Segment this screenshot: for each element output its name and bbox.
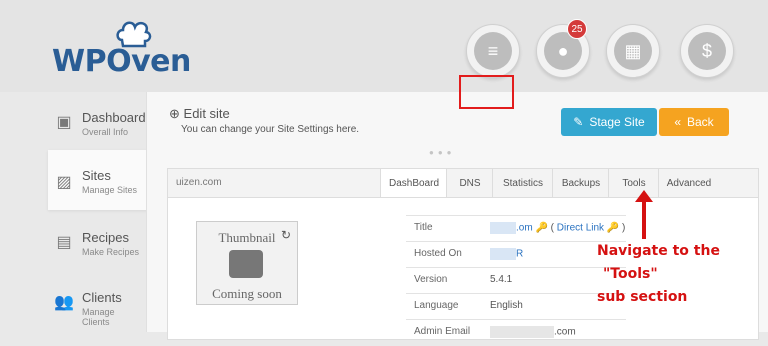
stage-site-label: Stage Site bbox=[589, 115, 645, 129]
redacted-text bbox=[490, 222, 516, 234]
redacted-text bbox=[490, 326, 554, 338]
tab-backups[interactable]: Backups bbox=[552, 169, 609, 197]
stage-site-button[interactable]: ✎ Stage Site bbox=[561, 108, 657, 136]
sidebar: ▣ Dashboard Overall Info ▨ Sites Manage … bbox=[0, 92, 148, 332]
site-thumbnail: ↻ Thumbnail Coming soon bbox=[196, 221, 298, 305]
camera-icon bbox=[229, 250, 263, 278]
image-icon: ▨ bbox=[56, 174, 72, 191]
back-button[interactable]: « Back bbox=[659, 108, 729, 136]
info-row-admin-email: Admin Email .com bbox=[406, 319, 626, 346]
dollar-icon: $ bbox=[688, 32, 726, 70]
sidebar-item-sub: Make Recipes bbox=[82, 247, 140, 257]
sidebar-item-label: Sites bbox=[82, 168, 111, 183]
sidebar-item-dashboard[interactable]: ▣ Dashboard Overall Info bbox=[0, 96, 145, 156]
tab-dns[interactable]: DNS bbox=[446, 169, 493, 197]
loading-dots: ●●● bbox=[429, 148, 456, 157]
annotation-line: "Tools" bbox=[603, 266, 658, 282]
info-label: Title bbox=[414, 222, 433, 233]
annotation-line: sub section bbox=[597, 289, 688, 305]
coins-icon: ≡ bbox=[474, 32, 512, 70]
sidebar-item-clients[interactable]: 👥 Clients Manage Clients bbox=[0, 276, 140, 336]
key-icon: 🔑 bbox=[606, 222, 620, 234]
info-row-language: Language English bbox=[406, 293, 626, 320]
users-icon: 👥 bbox=[54, 294, 74, 311]
back-label: Back bbox=[687, 115, 714, 129]
brand-logo[interactable]: WPOven bbox=[52, 18, 191, 79]
tools-highlight-box bbox=[459, 75, 514, 109]
sidebar-item-sub: Manage Sites bbox=[82, 185, 138, 195]
annotation-text: Navigate to the "Tools" sub section bbox=[597, 240, 767, 309]
billing-button[interactable]: $ bbox=[680, 24, 734, 78]
info-label: Language bbox=[414, 300, 459, 311]
info-label: Hosted On bbox=[414, 248, 462, 259]
direct-link[interactable]: Direct Link bbox=[557, 223, 604, 234]
layout-icon: ▦ bbox=[614, 32, 652, 70]
messages-button[interactable]: ● 25 bbox=[536, 19, 590, 78]
info-row-version: Version 5.4.1 bbox=[406, 267, 626, 294]
edit-icon: ✎ bbox=[573, 115, 584, 129]
info-value: 5.4.1 bbox=[490, 274, 513, 285]
hosted-on-value: R bbox=[516, 248, 524, 260]
tab-statistics[interactable]: Statistics bbox=[492, 169, 553, 197]
info-value: R bbox=[490, 248, 523, 260]
sidebar-item-sub: Overall Info bbox=[82, 127, 129, 137]
annotation-line: Navigate to the bbox=[597, 243, 720, 259]
info-value: English bbox=[490, 300, 523, 311]
sidebar-item-label: Dashboard bbox=[82, 110, 146, 125]
info-label: Version bbox=[414, 274, 448, 285]
presentation-icon: ▣ bbox=[56, 114, 72, 131]
sidebar-item-label: Clients bbox=[82, 290, 122, 305]
arrow-shaft bbox=[642, 197, 646, 239]
panel-header: uizen.com DashBoard DNS Statistics Backu… bbox=[168, 169, 758, 198]
wordpress-icon: ⊕ bbox=[169, 106, 180, 121]
sidebar-item-label: Recipes bbox=[82, 230, 129, 245]
admin-email-value: .com bbox=[554, 326, 576, 338]
page-title: ⊕ Edit site bbox=[169, 106, 230, 122]
back-arrow-icon: « bbox=[674, 115, 681, 129]
coins-button[interactable]: ≡ bbox=[466, 24, 520, 78]
recipe-icon: ▤ bbox=[56, 234, 72, 251]
top-bar: WPOven ≡ ● 25 ▦ $ bbox=[0, 0, 768, 92]
thumbnail-label: Thumbnail bbox=[218, 230, 276, 245]
page-title-text: Edit site bbox=[183, 106, 230, 121]
tab-dashboard[interactable]: DashBoard bbox=[380, 169, 447, 197]
key-icon: 🔑 bbox=[535, 222, 548, 234]
redacted-text bbox=[490, 248, 516, 260]
info-value: .com bbox=[490, 326, 576, 338]
site-title-value: .om bbox=[516, 222, 533, 234]
brand-name: WPOven bbox=[52, 44, 191, 79]
sidebar-item-recipes[interactable]: ▤ Recipes Make Recipes bbox=[0, 216, 140, 276]
layout-button[interactable]: ▦ bbox=[606, 24, 660, 78]
thumbnail-caption: Coming soon bbox=[212, 286, 282, 301]
site-name: uizen.com bbox=[176, 177, 222, 188]
message-count-badge: 25 bbox=[567, 19, 587, 39]
page-subtitle: You can change your Site Settings here. bbox=[181, 124, 360, 135]
info-row-title: Title .om 🔑 ( Direct Link 🔑 ) bbox=[406, 215, 626, 242]
sidebar-item-sub: Manage Clients bbox=[82, 307, 115, 327]
info-row-hosted: Hosted On R bbox=[406, 241, 626, 268]
tab-advanced[interactable]: Advanced bbox=[658, 169, 719, 197]
info-value: .om 🔑 ( Direct Link 🔑 ) bbox=[490, 222, 625, 234]
sidebar-item-sites-content[interactable]: ▨ Sites Manage Sites bbox=[0, 150, 140, 210]
